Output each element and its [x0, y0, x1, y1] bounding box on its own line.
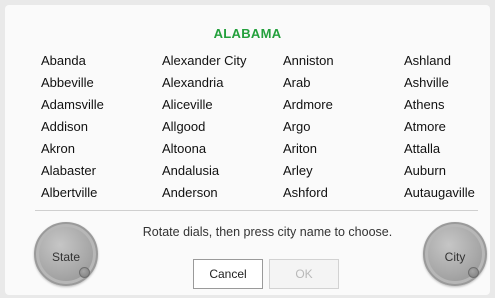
city-item[interactable]: Ashford [283, 182, 404, 204]
state-dial[interactable]: State [34, 222, 98, 286]
city-item[interactable]: Arab [283, 72, 404, 94]
city-item[interactable]: Adamsville [41, 94, 162, 116]
cancel-button[interactable]: Cancel [193, 259, 263, 289]
city-item[interactable]: Argo [283, 116, 404, 138]
ok-button[interactable]: OK [269, 259, 339, 289]
city-item[interactable]: Allgood [162, 116, 283, 138]
city-item[interactable]: Ashland [404, 50, 495, 72]
city-item[interactable]: Ariton [283, 138, 404, 160]
city-item[interactable]: Altoona [162, 138, 283, 160]
city-item[interactable]: Anderson [162, 182, 283, 204]
city-item[interactable]: Atmore [404, 116, 495, 138]
instruction-text: Rotate dials, then press city name to ch… [142, 225, 393, 239]
city-grid: Abanda Abbeville Adamsville Addison Akron Ala… [41, 50, 491, 210]
city-dial-knob-icon [468, 267, 479, 278]
city-dial-label: City [444, 250, 466, 264]
city-item[interactable]: Ardmore [283, 94, 404, 116]
city-dial[interactable]: City [423, 222, 487, 286]
city-item[interactable]: Abanda [41, 50, 162, 72]
city-item[interactable]: Albertville [41, 182, 162, 204]
city-item[interactable]: Alexandria [162, 72, 283, 94]
state-dial-label: State [51, 250, 81, 264]
city-item[interactable]: Autaugaville [404, 182, 495, 204]
city-item[interactable]: Ashville [404, 72, 495, 94]
city-item[interactable]: Abbeville [41, 72, 162, 94]
city-item[interactable]: Alexander City [162, 50, 283, 72]
city-item[interactable]: Aliceville [162, 94, 283, 116]
state-dial-knob-icon [79, 267, 90, 278]
city-item[interactable]: Auburn [404, 160, 495, 182]
city-item[interactable]: Addison [41, 116, 162, 138]
city-item[interactable]: Athens [404, 94, 495, 116]
city-item[interactable]: Attalla [404, 138, 495, 160]
divider [35, 210, 478, 211]
state-title: ALABAMA [213, 26, 282, 41]
city-item[interactable]: Akron [41, 138, 162, 160]
city-item[interactable]: Arley [283, 160, 404, 182]
city-item[interactable]: Anniston [283, 50, 404, 72]
city-item[interactable]: Andalusia [162, 160, 283, 182]
city-item[interactable]: Alabaster [41, 160, 162, 182]
